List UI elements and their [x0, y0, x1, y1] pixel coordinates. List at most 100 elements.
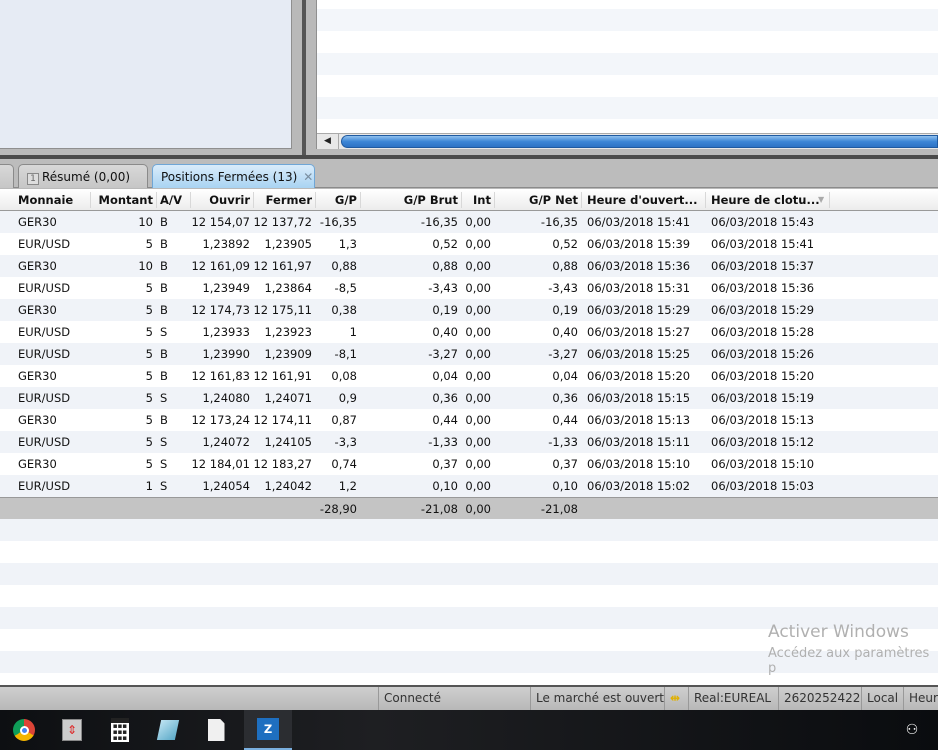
table-row[interactable]: EUR/USD 5 S 1,24080 1,24071 0,9 0,36 0,00 0,36 06…: [0, 387, 938, 409]
cell-heure-cloture: 06/03/2018 15:13: [711, 413, 815, 427]
chrome-icon[interactable]: [0, 710, 48, 750]
document-icon[interactable]: [192, 710, 240, 750]
cell-heure-cloture: 06/03/2018 15:37: [711, 259, 815, 273]
cell-heure-ouverture: 06/03/2018 15:31: [587, 281, 691, 295]
cell-int: 0,00: [465, 479, 491, 493]
table-row[interactable]: GER30 10 B 12 161,09 12 161,97 0,88 0,88 0,00 0,…: [0, 255, 938, 277]
sort-icon[interactable]: ▼: [818, 189, 824, 211]
cell-montant: 10: [138, 215, 153, 229]
total-int: 0,00: [465, 502, 491, 516]
cell-int: 0,00: [465, 391, 491, 405]
cell-heure-cloture: 06/03/2018 15:19: [711, 391, 815, 405]
cell-heure-cloture: 06/03/2018 15:28: [711, 325, 815, 339]
cell-gp: -16,35: [319, 215, 357, 229]
table-row[interactable]: EUR/USD 5 S 1,23933 1,23923 1 0,40 0,00 0,40 06/0…: [0, 321, 938, 343]
cell-av: B: [160, 281, 168, 295]
column-header-montant[interactable]: Montant: [90, 189, 156, 211]
cell-fermer: 12 137,72: [253, 215, 312, 229]
cell-ouvrir: 12 161,09: [191, 259, 250, 273]
column-header-int[interactable]: Int: [461, 189, 494, 211]
cell-montant: 5: [145, 303, 153, 317]
cell-gp-net: -3,27: [548, 347, 578, 361]
totals-row: -28,90 -21,08 0,00 -21,08: [0, 497, 938, 519]
cell-heure-ouverture: 06/03/2018 15:11: [587, 435, 691, 449]
cell-monnaie: GER30: [18, 259, 57, 273]
close-icon[interactable]: ✕: [303, 170, 313, 184]
cell-monnaie: EUR/USD: [18, 237, 71, 251]
table-row[interactable]: GER30 10 B 12 154,07 12 137,72 -16,35 -16,35 0,…: [0, 211, 938, 233]
people-icon[interactable]: ⚇: [888, 710, 936, 750]
cell-heure-cloture: 06/03/2018 15:36: [711, 281, 815, 295]
total-gp-brut: -21,08: [420, 502, 458, 516]
cell-fermer: 12 174,11: [253, 413, 312, 427]
column-header-heure-ouverture[interactable]: Heure d'ouvert...: [581, 189, 705, 211]
tab-positions-fermees[interactable]: Positions Fermées (13) ✕: [152, 164, 315, 188]
splitter[interactable]: [302, 0, 306, 155]
table-row[interactable]: GER30 5 B 12 174,73 12 175,11 0,38 0,19 0,00 0,1…: [0, 299, 938, 321]
cell-gp: 0,88: [331, 259, 357, 273]
table-row[interactable]: EUR/USD 5 B 1,23949 1,23864 -8,5 -3,43 0,00 -3,4…: [0, 277, 938, 299]
cell-heure-ouverture: 06/03/2018 15:20: [587, 369, 691, 383]
horizontal-scrollbar[interactable]: ◀: [317, 133, 938, 149]
app-icon[interactable]: ⇕: [48, 710, 96, 750]
cell-monnaie: GER30: [18, 413, 57, 427]
column-header-ouvrir[interactable]: Ouvrir: [190, 189, 253, 211]
tab-resume[interactable]: 1 Résumé (0,00): [18, 164, 148, 188]
column-header-heure-cloture[interactable]: Heure de clotu...: [705, 189, 829, 211]
column-header-gp-net[interactable]: G/P Net: [494, 189, 581, 211]
column-header-fermer[interactable]: Fermer: [253, 189, 315, 211]
cell-heure-ouverture: 06/03/2018 15:25: [587, 347, 691, 361]
account-name: Real:EUREAL: [688, 687, 778, 710]
cell-ouvrir: 12 154,07: [191, 215, 250, 229]
account-id: 2620252422: [778, 687, 861, 710]
cell-fermer: 12 161,97: [253, 259, 312, 273]
status-bar: Connecté Le marché est ouvert ⇹ Real:EUR…: [0, 685, 938, 710]
table-row[interactable]: GER30 5 B 12 161,83 12 161,91 0,08 0,04 0,00 0,0…: [0, 365, 938, 387]
cell-ouvrir: 12 161,83: [191, 369, 250, 383]
cell-av: S: [160, 479, 168, 493]
cell-av: S: [160, 435, 168, 449]
time-label: Heure: [903, 687, 938, 710]
column-header-gp-brut[interactable]: G/P Brut: [360, 189, 461, 211]
cell-gp-net: -1,33: [548, 435, 578, 449]
cell-montant: 5: [145, 413, 153, 427]
column-header-monnaie[interactable]: Monnaie: [12, 189, 90, 211]
cell-montant: 5: [145, 347, 153, 361]
tab-hidden[interactable]: [0, 164, 14, 188]
cell-int: 0,00: [465, 347, 491, 361]
column-header-av[interactable]: A/V: [156, 189, 190, 211]
cell-gp-brut: 0,40: [432, 325, 458, 339]
cell-ouvrir: 1,23990: [202, 347, 250, 361]
tab-number-icon: 1: [27, 173, 39, 185]
column-header-gp[interactable]: G/P: [315, 189, 360, 211]
cell-heure-cloture: 06/03/2018 15:20: [711, 369, 815, 383]
cell-gp-net: -3,43: [548, 281, 578, 295]
taskbar: ⇕ ▪▪▪ ▪▪▪ ▪▪▪ Z ⚇: [0, 710, 938, 750]
table-row[interactable]: EUR/USD 1 S 1,24054 1,24042 1,2 0,10 0,00 0,10 06…: [0, 475, 938, 497]
cell-fermer: 1,23923: [264, 325, 312, 339]
cell-gp-net: -16,35: [540, 215, 578, 229]
table-row[interactable]: EUR/USD 5 B 1,23892 1,23905 1,3 0,52 0,00 0,52 06…: [0, 233, 938, 255]
time-mode[interactable]: Local: [861, 687, 903, 710]
cell-heure-cloture: 06/03/2018 15:41: [711, 237, 815, 251]
activation-watermark: Activer Windows: [768, 622, 909, 642]
activation-watermark-subtitle: Accédez aux paramètres p: [768, 646, 930, 676]
cell-av: B: [160, 413, 168, 427]
table-row[interactable]: GER30 5 S 12 184,01 12 183,27 0,74 0,37 0,00 0,3…: [0, 453, 938, 475]
cell-int: 0,00: [465, 369, 491, 383]
column-separator[interactable]: [829, 192, 830, 208]
scroll-left-icon[interactable]: ◀: [317, 134, 339, 149]
cell-heure-ouverture: 06/03/2018 15:13: [587, 413, 691, 427]
cell-gp-brut: 0,44: [432, 413, 458, 427]
cell-fermer: 1,24071: [264, 391, 312, 405]
cell-heure-ouverture: 06/03/2018 15:41: [587, 215, 691, 229]
notepad-icon[interactable]: [144, 710, 192, 750]
cell-gp-net: 0,10: [552, 479, 578, 493]
table-row[interactable]: GER30 5 B 12 173,24 12 174,11 0,87 0,44 0,00 0,4…: [0, 409, 938, 431]
calculator-icon[interactable]: ▪▪▪ ▪▪▪ ▪▪▪: [96, 710, 144, 750]
cell-int: 0,00: [465, 281, 491, 295]
table-row[interactable]: EUR/USD 5 S 1,24072 1,24105 -3,3 -1,33 0,00 -1,3…: [0, 431, 938, 453]
trading-app-icon[interactable]: Z: [244, 710, 292, 750]
scroll-thumb[interactable]: [341, 135, 938, 148]
table-row[interactable]: EUR/USD 5 B 1,23990 1,23909 -8,1 -3,27 0,00 -3,2…: [0, 343, 938, 365]
